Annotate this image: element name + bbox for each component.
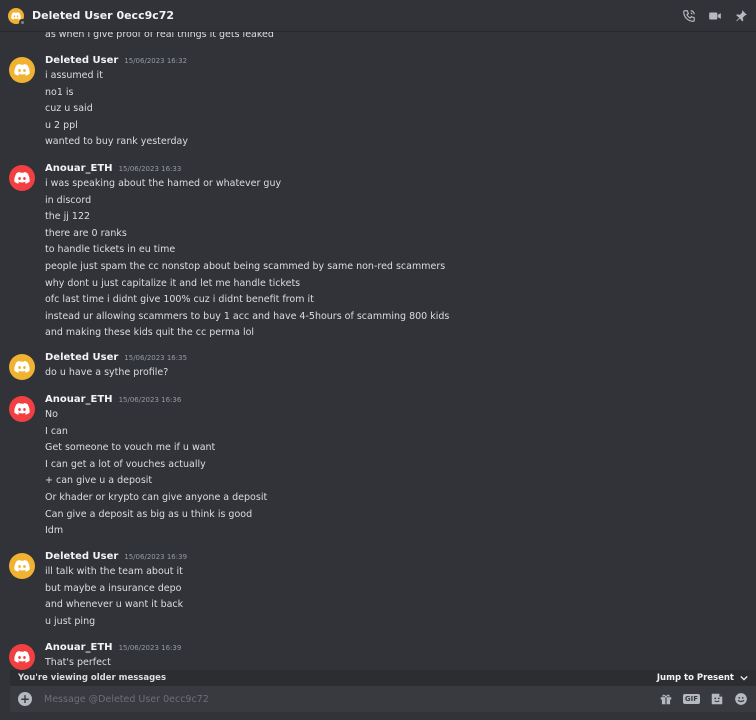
- timestamp: 15/06/2023 16:32: [124, 57, 188, 65]
- older-messages-banner: You're viewing older messages Jump to Pr…: [10, 670, 756, 686]
- message-line: No: [45, 409, 58, 420]
- message-line: i assumed it: [45, 70, 103, 81]
- discord-logo-icon: [14, 403, 30, 415]
- gift-icon[interactable]: [659, 692, 673, 706]
- message-line: ofc last time i didnt give 100% cuz i di…: [45, 294, 314, 306]
- message-composer: + GIF: [10, 686, 756, 712]
- author-name[interactable]: Anouar_ETH: [45, 163, 113, 174]
- author-name[interactable]: Deleted User: [45, 352, 118, 363]
- message-line: no1 is: [45, 86, 74, 98]
- message-line: there are 0 ranks: [45, 227, 127, 239]
- dm-header: Deleted User 0ecc9c72: [0, 0, 756, 32]
- message-line: in discord: [45, 194, 92, 206]
- message-line: ill talk with the team about it: [45, 566, 183, 577]
- phone-icon[interactable]: [682, 9, 696, 23]
- message-line-partial: as when i give proof of real things it g…: [45, 32, 274, 40]
- avatar[interactable]: [9, 644, 35, 670]
- message-line: people just spam the cc nonstop about be…: [45, 260, 446, 272]
- status-indicator: [19, 18, 26, 26]
- header-toolbar: [682, 9, 748, 23]
- timestamp: 15/06/2023 16:39: [124, 553, 188, 561]
- timestamp: 15/06/2023 16:36: [118, 396, 182, 404]
- avatar[interactable]: [9, 57, 35, 83]
- discord-logo-icon: [14, 560, 30, 572]
- gif-icon[interactable]: GIF: [682, 694, 700, 704]
- message-line: the jj 122: [45, 211, 91, 223]
- video-icon[interactable]: [708, 9, 722, 23]
- discord-logo-icon: [14, 172, 30, 184]
- timestamp: 15/06/2023 16:39: [118, 644, 182, 652]
- discord-logo-icon: [11, 11, 21, 20]
- sticker-icon[interactable]: [710, 692, 724, 706]
- message-line: + can give u a deposit: [45, 475, 153, 487]
- avatar[interactable]: [9, 354, 35, 380]
- avatar[interactable]: [9, 553, 35, 579]
- message-line: instead ur allowing scammers to buy 1 ac…: [45, 310, 450, 322]
- timestamp: 15/06/2023 16:35: [124, 354, 188, 362]
- message-line: I can: [45, 425, 68, 437]
- message-line: to handle tickets in eu time: [45, 244, 176, 256]
- discord-logo-icon: [14, 64, 30, 76]
- older-messages-label: You're viewing older messages: [18, 673, 167, 683]
- message-line: but maybe a insurance depo: [45, 582, 182, 594]
- message-line: That's perfect: [45, 657, 111, 668]
- add-attachment-button[interactable]: +: [18, 692, 32, 706]
- message-line: i was speaking about the hamed or whatev…: [45, 178, 282, 189]
- message-line: Or khader or krypto can give anyone a de…: [45, 491, 268, 503]
- message-line: wanted to buy rank yesterday: [45, 136, 188, 148]
- discord-logo-icon: [14, 361, 30, 373]
- pin-icon[interactable]: [734, 9, 748, 23]
- message-line: cuz u said: [45, 103, 93, 115]
- message-line: Idm: [45, 525, 64, 537]
- author-name[interactable]: Deleted User: [45, 55, 118, 66]
- message-line: why dont u just capitalize it and let me…: [45, 277, 301, 289]
- message-list[interactable]: as when i give proof of real things it g…: [0, 32, 756, 670]
- author-name[interactable]: Anouar_ETH: [45, 394, 113, 405]
- jump-to-present-button[interactable]: Jump to Present: [657, 673, 748, 683]
- message-line: u just ping: [45, 615, 96, 627]
- message-line: and whenever u want it back: [45, 599, 184, 611]
- author-name[interactable]: Anouar_ETH: [45, 642, 113, 653]
- page-title: Deleted User 0ecc9c72: [32, 9, 175, 22]
- chevron-down-icon: [740, 675, 748, 681]
- message-line: Get someone to vouch me if u want: [45, 442, 216, 454]
- jump-to-present-label: Jump to Present: [656, 673, 734, 683]
- avatar[interactable]: [9, 396, 35, 422]
- author-name[interactable]: Deleted User: [45, 551, 118, 562]
- header-avatar[interactable]: [8, 7, 26, 26]
- message-line: I can get a lot of vouches actually: [45, 458, 206, 470]
- message-input[interactable]: [44, 693, 659, 705]
- emoji-icon[interactable]: [734, 692, 748, 706]
- avatar[interactable]: [9, 165, 35, 191]
- message-line: and making these kids quit the cc perma …: [45, 327, 255, 339]
- message-line: Can give a deposit as big as u think is …: [45, 508, 253, 520]
- message-line: u 2 ppl: [45, 119, 78, 131]
- message-line: do u have a sythe profile?: [45, 367, 169, 378]
- discord-logo-icon: [14, 651, 30, 663]
- composer-tools: GIF: [659, 692, 748, 706]
- timestamp: 15/06/2023 16:33: [118, 165, 182, 173]
